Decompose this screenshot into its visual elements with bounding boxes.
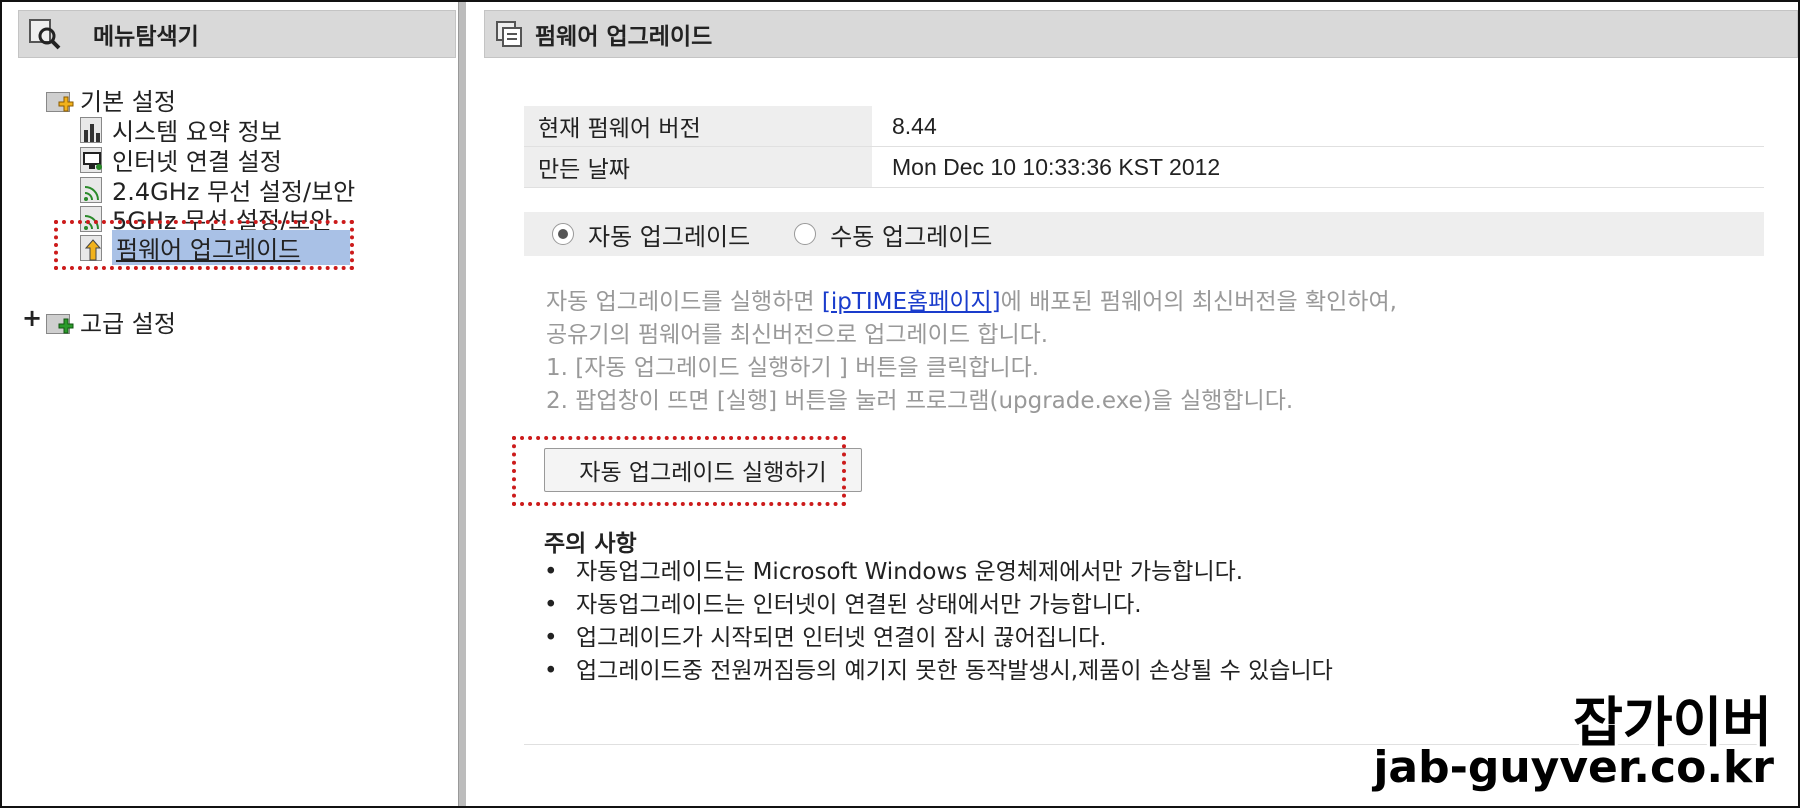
list-item: 업그레이드중 전원꺼짐등의 예기지 못한 동작발생시,제품이 손상될 수 있습니… (544, 655, 1333, 688)
upgrade-mode-options: 자동 업그레이드 수동 업그레이드 (524, 212, 1764, 256)
info-label: 현재 펌웨어 버전 (524, 106, 872, 146)
info-row-version: 현재 펌웨어 버전 8.44 (524, 106, 1764, 147)
menu-explorer-title: 메뉴탐색기 (93, 24, 199, 50)
menu-explorer-header: 메뉴탐색기 (18, 10, 456, 58)
wifi-icon (78, 176, 106, 204)
desc-text: 공유기의 펌웨어를 최신버전으로 업그레이드 합니다. (546, 322, 1049, 348)
highlight-firmware-menu (54, 220, 354, 270)
list-item: 자동업그레이드는 Microsoft Windows 운영체제에서만 가능합니다… (544, 556, 1333, 589)
list-item: 업그레이드가 시작되면 인터넷 연결이 잠시 끊어집니다. (544, 622, 1333, 655)
info-label: 만든 날짜 (524, 147, 872, 187)
desc-text: 1. [자동 업그레이드 실행하기 ] 버튼을 클릭합니다. (546, 355, 1040, 381)
tree-item-advanced-settings[interactable]: 고급 설정 (46, 304, 176, 339)
window-icon (495, 20, 523, 48)
radio-label: 자동 업그레이드 (588, 222, 751, 251)
chart-icon (78, 116, 106, 144)
iptime-homepage-link[interactable]: [ipTIME홈페이지] (822, 289, 1001, 315)
menu-explorer-panel: 메뉴탐색기 기본 설정 시스템 요약 정보 인터넷 연결 설정 2.4GHz 무… (2, 2, 460, 806)
radio-label: 수동 업그레이드 (830, 222, 993, 251)
page-title: 펌웨어 업그레이드 (535, 24, 713, 50)
monitor-icon (78, 146, 106, 174)
notice-title: 주의 사항 (544, 531, 637, 557)
info-value: 8.44 (892, 112, 937, 139)
radio-unchecked-icon[interactable] (794, 223, 817, 245)
folder-icon (46, 308, 74, 336)
desc-text: 자동 업그레이드를 실행하면 (546, 289, 822, 315)
info-row-build-date: 만든 날짜 Mon Dec 10 10:33:36 KST 2012 (524, 147, 1764, 188)
radio-manual-upgrade[interactable]: 수동 업그레이드 (794, 217, 992, 252)
desc-text: 에 배포된 펌웨어의 최신버전을 확인하여, (1000, 289, 1397, 315)
radio-checked-icon[interactable] (552, 223, 574, 245)
info-value: Mon Dec 10 10:33:36 KST 2012 (892, 153, 1221, 180)
folder-icon (46, 86, 74, 114)
tree-item-label: 고급 설정 (80, 310, 176, 338)
watermark-url: jab-guyver.co.kr (1373, 742, 1774, 793)
firmware-upgrade-header: 펌웨어 업그레이드 (484, 10, 1798, 58)
expand-icon[interactable]: + (22, 304, 42, 332)
list-item: 자동업그레이드는 인터넷이 연결된 상태에서만 가능합니다. (544, 589, 1333, 622)
highlight-run-button (512, 436, 846, 506)
magnifier-icon (27, 16, 63, 52)
desc-text: 2. 팝업창이 뜨면 [실행] 버튼을 눌러 프로그램(upgrade.exe)… (546, 388, 1294, 414)
notice-list: 자동업그레이드는 Microsoft Windows 운영체제에서만 가능합니다… (544, 556, 1333, 688)
radio-auto-upgrade[interactable]: 자동 업그레이드 (552, 217, 750, 252)
upgrade-description: 자동 업그레이드를 실행하면 [ipTIME홈페이지]에 배포된 펌웨어의 최신… (546, 286, 1397, 418)
